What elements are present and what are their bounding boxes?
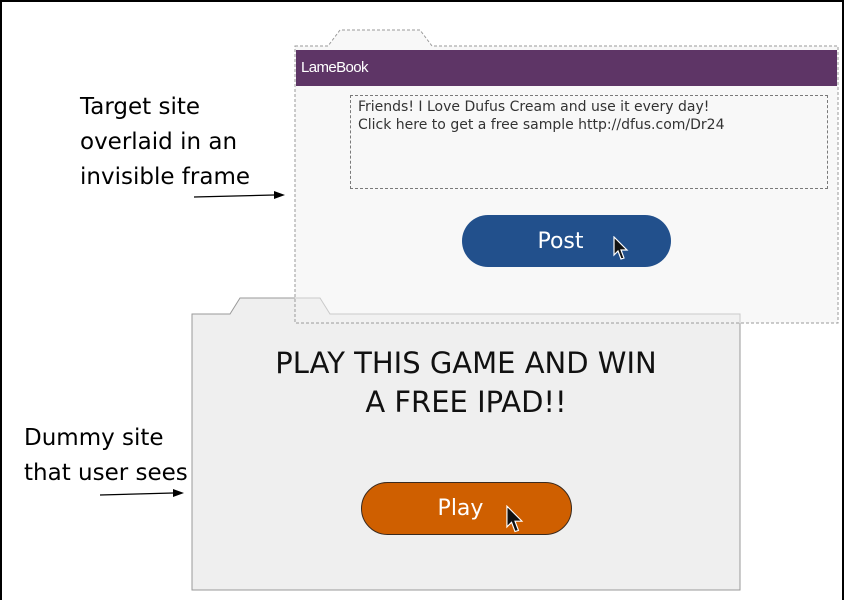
mouse-pointer-icon xyxy=(506,505,524,533)
post-button[interactable]: Post xyxy=(462,215,671,267)
dummy-site-label: Dummy site that user sees xyxy=(24,425,188,486)
play-button[interactable]: Play xyxy=(361,482,572,535)
post-button-label: Post xyxy=(537,228,584,254)
mouse-pointer-icon xyxy=(613,236,629,260)
lamebook-brand-bar: LameBook xyxy=(296,50,837,86)
play-button-label: Play xyxy=(437,496,484,521)
diagram-canvas: Target site overlaid in an invisible fra… xyxy=(0,0,844,600)
post-textarea[interactable]: Friends! I Love Dufus Cream and use it e… xyxy=(350,95,828,189)
dummy-site-panel xyxy=(191,297,741,591)
target-site-label: Target site overlaid in an invisible fra… xyxy=(80,94,250,190)
dummy-headline: PLAY THIS GAME AND WIN A FREE IPAD!! xyxy=(275,346,657,419)
